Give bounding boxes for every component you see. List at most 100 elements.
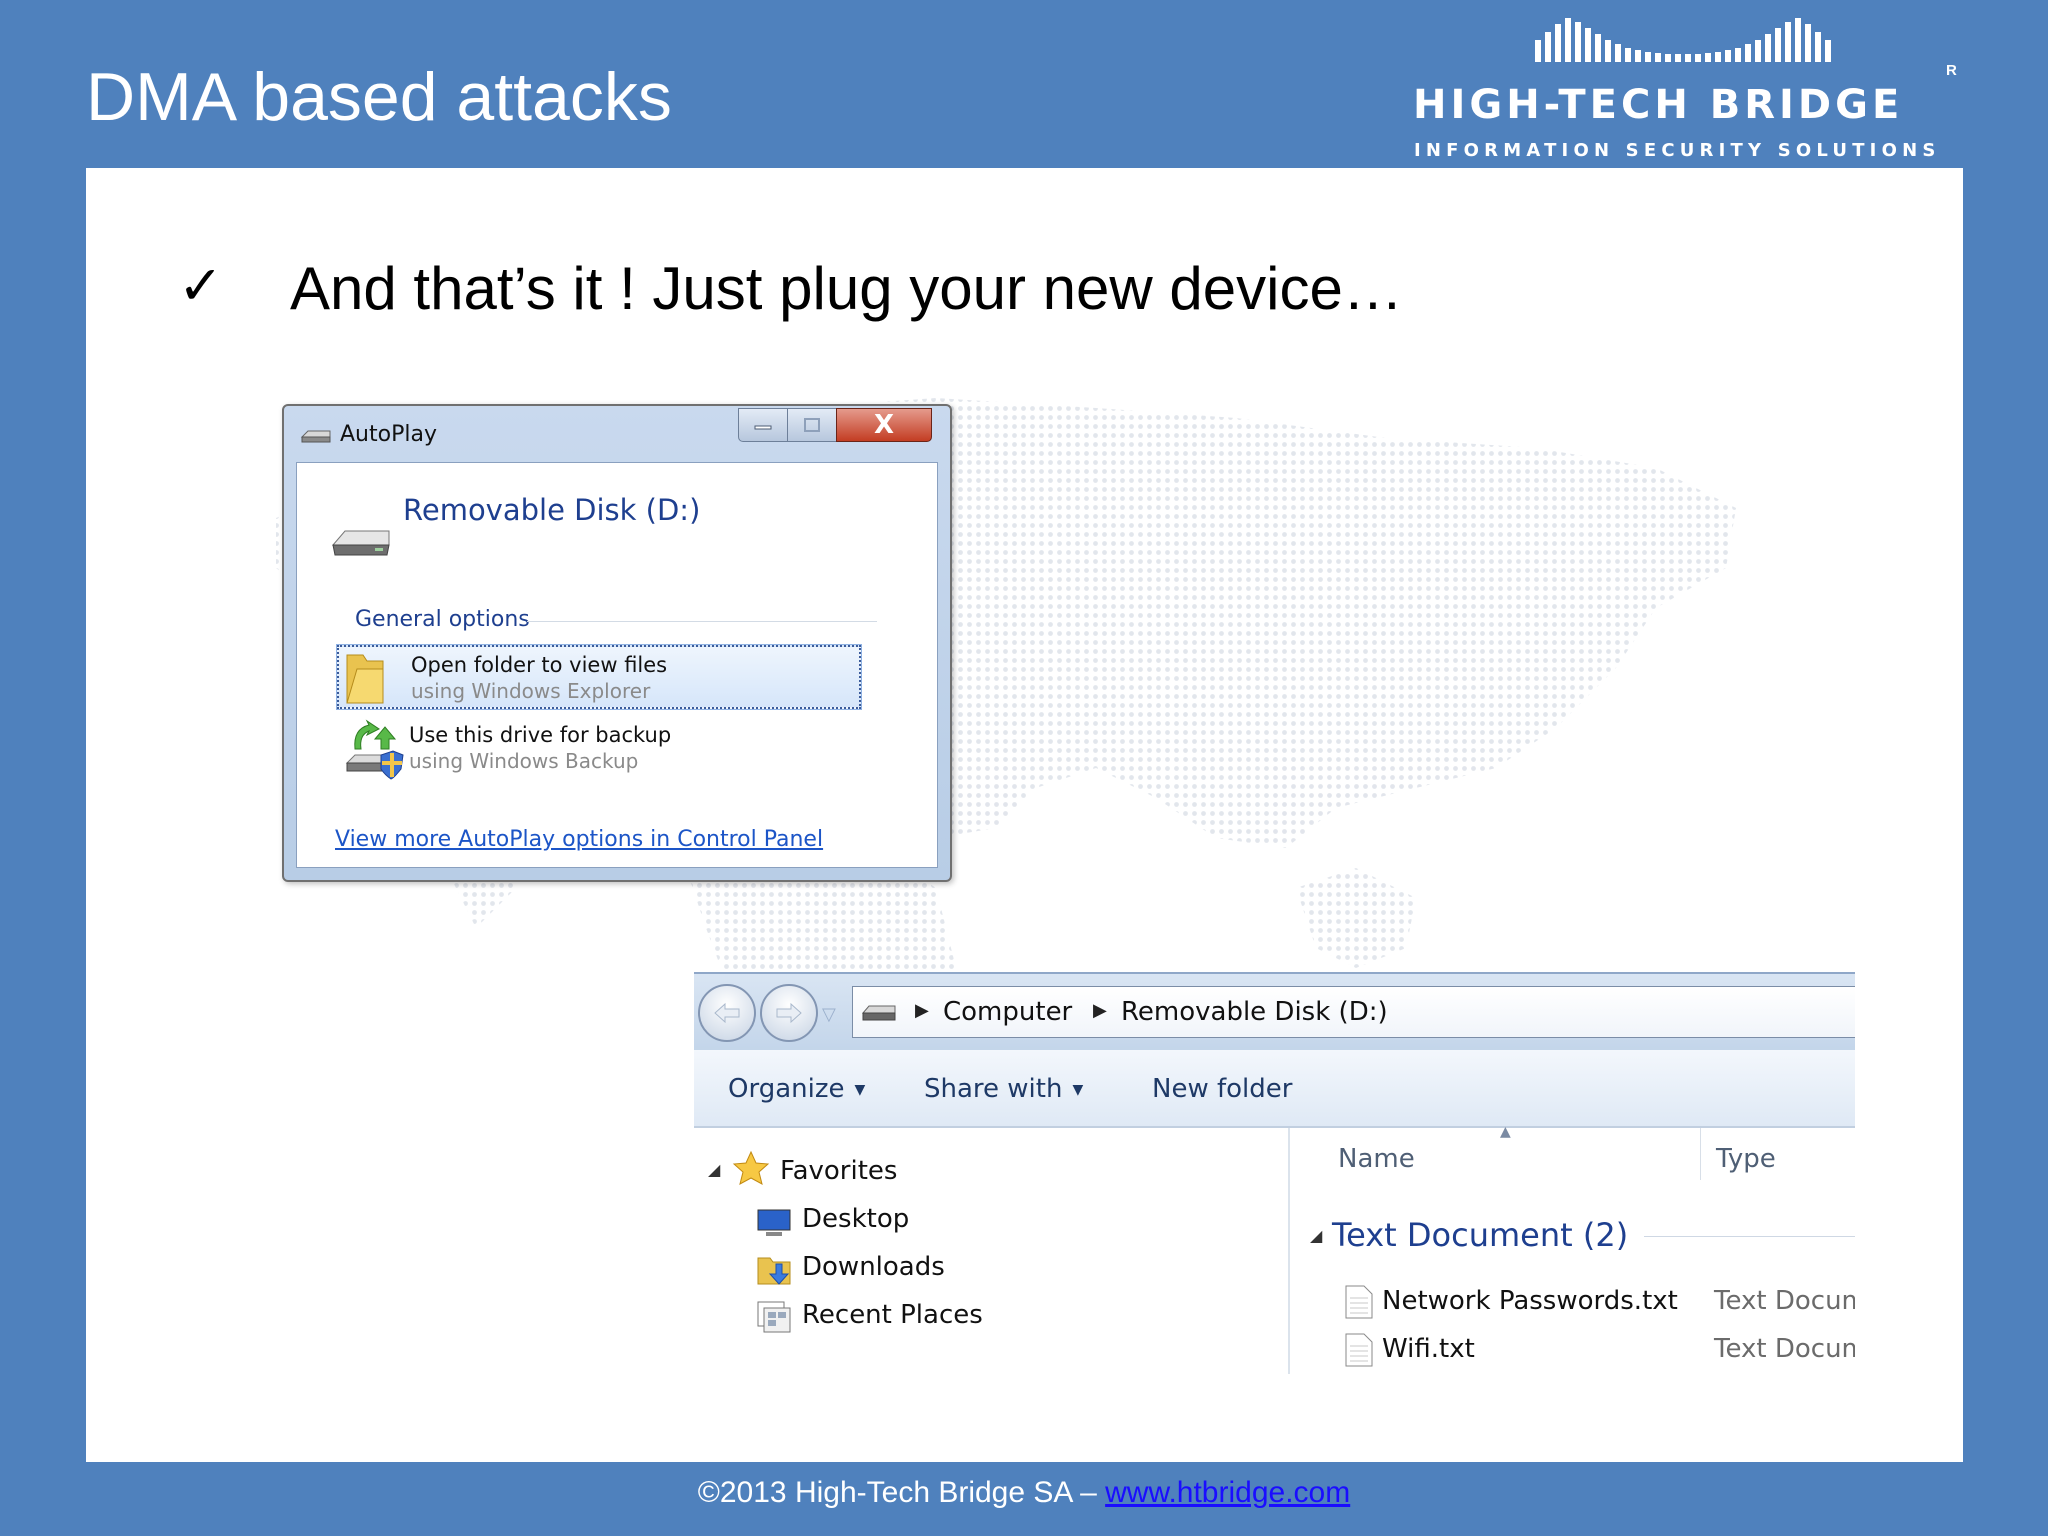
recent-places-icon bbox=[757, 1301, 791, 1333]
option-open-folder[interactable]: Open folder to view files using Windows … bbox=[336, 644, 862, 710]
breadcrumb-separator-icon[interactable]: ▶ bbox=[915, 1000, 929, 1021]
logo-bar bbox=[1775, 28, 1781, 62]
logo-bar bbox=[1665, 54, 1671, 62]
collapse-icon[interactable]: ◢ bbox=[1310, 1226, 1322, 1245]
autoplay-dialog: AutoPlay X Removable Disk (D:) General o… bbox=[282, 404, 952, 882]
removable-disk-icon bbox=[331, 530, 390, 556]
company-logo: HIGH-TECH BRIDGE R INFORMATION SECURITY … bbox=[1410, 18, 1970, 161]
downloads-icon bbox=[757, 1257, 791, 1285]
minimize-icon bbox=[754, 425, 772, 430]
breadcrumb-computer[interactable]: Computer bbox=[943, 997, 1072, 1027]
close-button[interactable]: X bbox=[836, 408, 932, 442]
chevron-down-icon: ▼ bbox=[1072, 1081, 1084, 1098]
logo-bar bbox=[1615, 44, 1621, 62]
dialog-title: AutoPlay bbox=[340, 422, 437, 447]
forward-button[interactable] bbox=[760, 984, 818, 1042]
section-divider bbox=[527, 621, 877, 622]
option-main-label: Open folder to view files bbox=[411, 653, 668, 677]
folder-icon bbox=[346, 654, 384, 704]
explorer-window: ▽ ▶ Computer ▶ Removable Disk (D:) Organ… bbox=[694, 972, 1855, 1374]
nav-desktop[interactable]: Desktop bbox=[802, 1204, 909, 1234]
checkmark-icon: ✓ bbox=[178, 254, 224, 317]
slide-content: ✓ And that’s it ! Just plug your new dev… bbox=[86, 168, 1963, 1462]
breadcrumb[interactable]: ▶ Computer ▶ Removable Disk (D:) bbox=[852, 986, 1855, 1038]
backup-icon bbox=[345, 719, 404, 780]
logo-bar bbox=[1655, 53, 1661, 62]
section-heading: General options bbox=[355, 607, 530, 632]
share-with-button[interactable]: Share with ▼ bbox=[924, 1074, 1083, 1104]
slide-title: DMA based attacks bbox=[86, 59, 672, 135]
logo-bar bbox=[1595, 34, 1601, 62]
logo-bar bbox=[1555, 24, 1561, 62]
file-name: Wifi.txt bbox=[1382, 1334, 1475, 1364]
organize-button[interactable]: Organize ▼ bbox=[728, 1074, 865, 1104]
logo-bar bbox=[1685, 54, 1691, 62]
new-folder-button[interactable]: New folder bbox=[1152, 1074, 1292, 1104]
group-divider bbox=[1644, 1236, 1855, 1237]
bullet-text: And that’s it ! Just plug your new devic… bbox=[290, 255, 1403, 322]
pane-splitter[interactable] bbox=[1288, 1128, 1290, 1374]
control-panel-link[interactable]: View more AutoPlay options in Control Pa… bbox=[335, 827, 823, 852]
group-header[interactable]: Text Document (2) bbox=[1332, 1216, 1628, 1254]
logo-bar bbox=[1585, 28, 1591, 62]
column-header-type[interactable]: Type bbox=[1716, 1144, 1776, 1174]
column-header-name[interactable]: Name bbox=[1338, 1144, 1415, 1174]
collapse-icon[interactable]: ◢ bbox=[708, 1160, 720, 1179]
file-type: Text Document bbox=[1714, 1286, 1855, 1316]
star-icon bbox=[732, 1150, 770, 1185]
logo-bar bbox=[1725, 50, 1731, 62]
logo-bar bbox=[1755, 40, 1761, 62]
sort-ascending-icon: ▲ bbox=[1500, 1124, 1511, 1140]
logo-bar bbox=[1645, 52, 1651, 62]
logo-bar bbox=[1795, 18, 1801, 62]
file-row[interactable]: Wifi.txt Text Document bbox=[1292, 1328, 1855, 1372]
logo-bar bbox=[1715, 52, 1721, 62]
address-bar: ▽ ▶ Computer ▶ Removable Disk (D:) bbox=[694, 972, 1855, 1052]
logo-bar bbox=[1545, 32, 1551, 62]
logo-bar bbox=[1605, 40, 1611, 62]
forward-arrow-icon bbox=[776, 1002, 802, 1024]
text-file-icon bbox=[1345, 1285, 1373, 1319]
file-type: Text Document bbox=[1714, 1334, 1855, 1364]
history-dropdown-icon[interactable]: ▽ bbox=[822, 1004, 836, 1025]
file-name: Network Passwords.txt bbox=[1382, 1286, 1678, 1316]
organize-label: Organize bbox=[728, 1074, 845, 1104]
logo-registered-mark: R bbox=[1946, 62, 1957, 79]
option-main-label: Use this drive for backup bbox=[409, 723, 672, 747]
breadcrumb-removable-disk[interactable]: Removable Disk (D:) bbox=[1121, 997, 1388, 1027]
logo-bar bbox=[1815, 32, 1821, 62]
website-link[interactable]: www.htbridge.com bbox=[1105, 1476, 1350, 1509]
logo-bar bbox=[1575, 22, 1581, 62]
back-arrow-icon bbox=[714, 1002, 740, 1024]
logo-bars-icon bbox=[1535, 18, 1831, 62]
maximize-button[interactable] bbox=[787, 408, 837, 442]
option-sub-label: using Windows Backup bbox=[409, 749, 639, 773]
nav-favorites[interactable]: Favorites bbox=[780, 1156, 897, 1186]
logo-bar bbox=[1745, 44, 1751, 62]
nav-recent-places[interactable]: Recent Places bbox=[802, 1300, 983, 1330]
column-divider[interactable] bbox=[1700, 1128, 1701, 1180]
file-row[interactable]: Network Passwords.txt Text Document bbox=[1292, 1280, 1855, 1324]
logo-bar bbox=[1765, 34, 1771, 62]
maximize-icon bbox=[804, 418, 820, 432]
back-button[interactable] bbox=[698, 984, 756, 1042]
logo-bar bbox=[1625, 48, 1631, 62]
logo-bar bbox=[1785, 22, 1791, 62]
logo-bar bbox=[1825, 40, 1831, 62]
share-with-label: Share with bbox=[924, 1074, 1063, 1104]
logo-bar bbox=[1535, 40, 1541, 62]
footer: ©2013 High-Tech Bridge SA – www.htbridge… bbox=[0, 1476, 2048, 1510]
drive-icon bbox=[861, 1005, 896, 1021]
option-backup[interactable]: Use this drive for backup using Windows … bbox=[337, 717, 861, 781]
minimize-button[interactable] bbox=[738, 408, 788, 442]
logo-bar bbox=[1675, 54, 1681, 62]
option-sub-label: using Windows Explorer bbox=[411, 679, 651, 703]
nav-downloads[interactable]: Downloads bbox=[802, 1252, 945, 1282]
logo-bar bbox=[1695, 54, 1701, 62]
logo-tagline: INFORMATION SECURITY SOLUTIONS bbox=[1414, 140, 1941, 161]
copyright-text: ©2013 High-Tech Bridge SA – bbox=[697, 1476, 1106, 1509]
logo-bar bbox=[1635, 50, 1641, 62]
logo-bar bbox=[1735, 48, 1741, 62]
breadcrumb-separator-icon[interactable]: ▶ bbox=[1093, 1000, 1107, 1021]
chevron-down-icon: ▼ bbox=[854, 1081, 866, 1098]
